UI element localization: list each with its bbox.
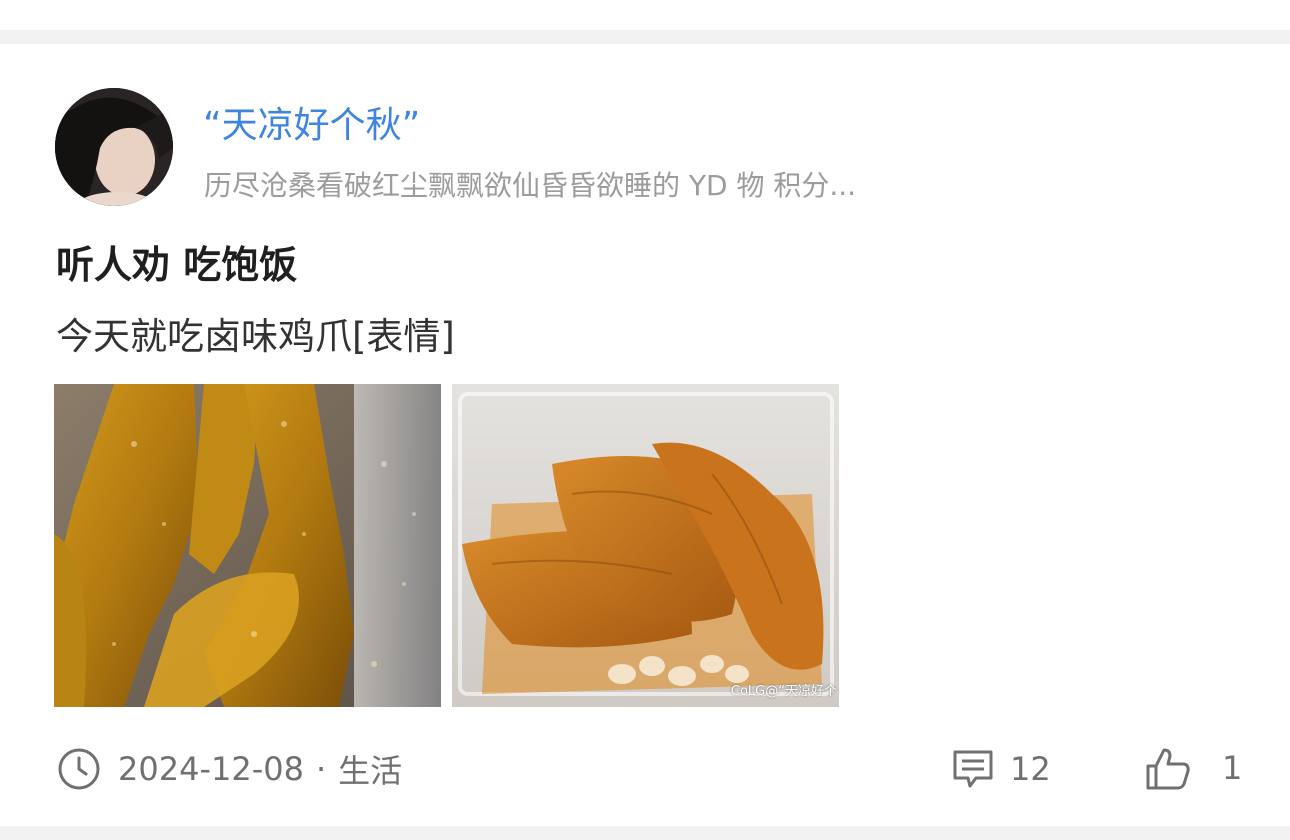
- post-body[interactable]: 今天就吃卤味鸡爪[表情]: [56, 306, 455, 360]
- meta-separator: ·: [315, 750, 327, 788]
- avatar-image: [55, 88, 173, 206]
- chicken-feet-photo-1: [54, 384, 441, 707]
- post-title[interactable]: 听人劝 吃饱饭: [56, 234, 297, 289]
- comment-icon: [953, 750, 993, 788]
- post-category[interactable]: 生活: [338, 746, 402, 792]
- previous-card-edge: [0, 0, 1290, 30]
- author-name[interactable]: “天凉好个秋”: [203, 96, 420, 148]
- comment-button[interactable]: 12: [950, 746, 1051, 792]
- thumbs-up-icon: [1146, 748, 1190, 790]
- like-button[interactable]: 1: [1144, 744, 1242, 792]
- post-card[interactable]: “天凉好个秋” 历尽沧桑看破红尘飘飘欲仙昏昏欲睡的 YD 物 积分... 听人劝…: [0, 44, 1290, 826]
- image-watermark: CoLG@“天凉好个: [730, 684, 837, 699]
- post-date: 2024-12-08: [118, 750, 304, 788]
- chicken-feet-photo-2: [452, 384, 839, 707]
- post-meta: 2024-12-08 · 生活: [56, 746, 402, 792]
- avatar[interactable]: [55, 88, 173, 206]
- clock-icon: [58, 748, 100, 790]
- post-image-2[interactable]: CoLG@“天凉好个: [452, 384, 839, 707]
- like-count: 1: [1222, 749, 1243, 787]
- post-image-1[interactable]: [54, 384, 441, 707]
- author-signature: 历尽沧桑看破红尘飘飘欲仙昏昏欲睡的 YD 物 积分...: [204, 169, 857, 202]
- comment-count: 12: [1010, 750, 1051, 788]
- next-card-gap: [0, 826, 1290, 840]
